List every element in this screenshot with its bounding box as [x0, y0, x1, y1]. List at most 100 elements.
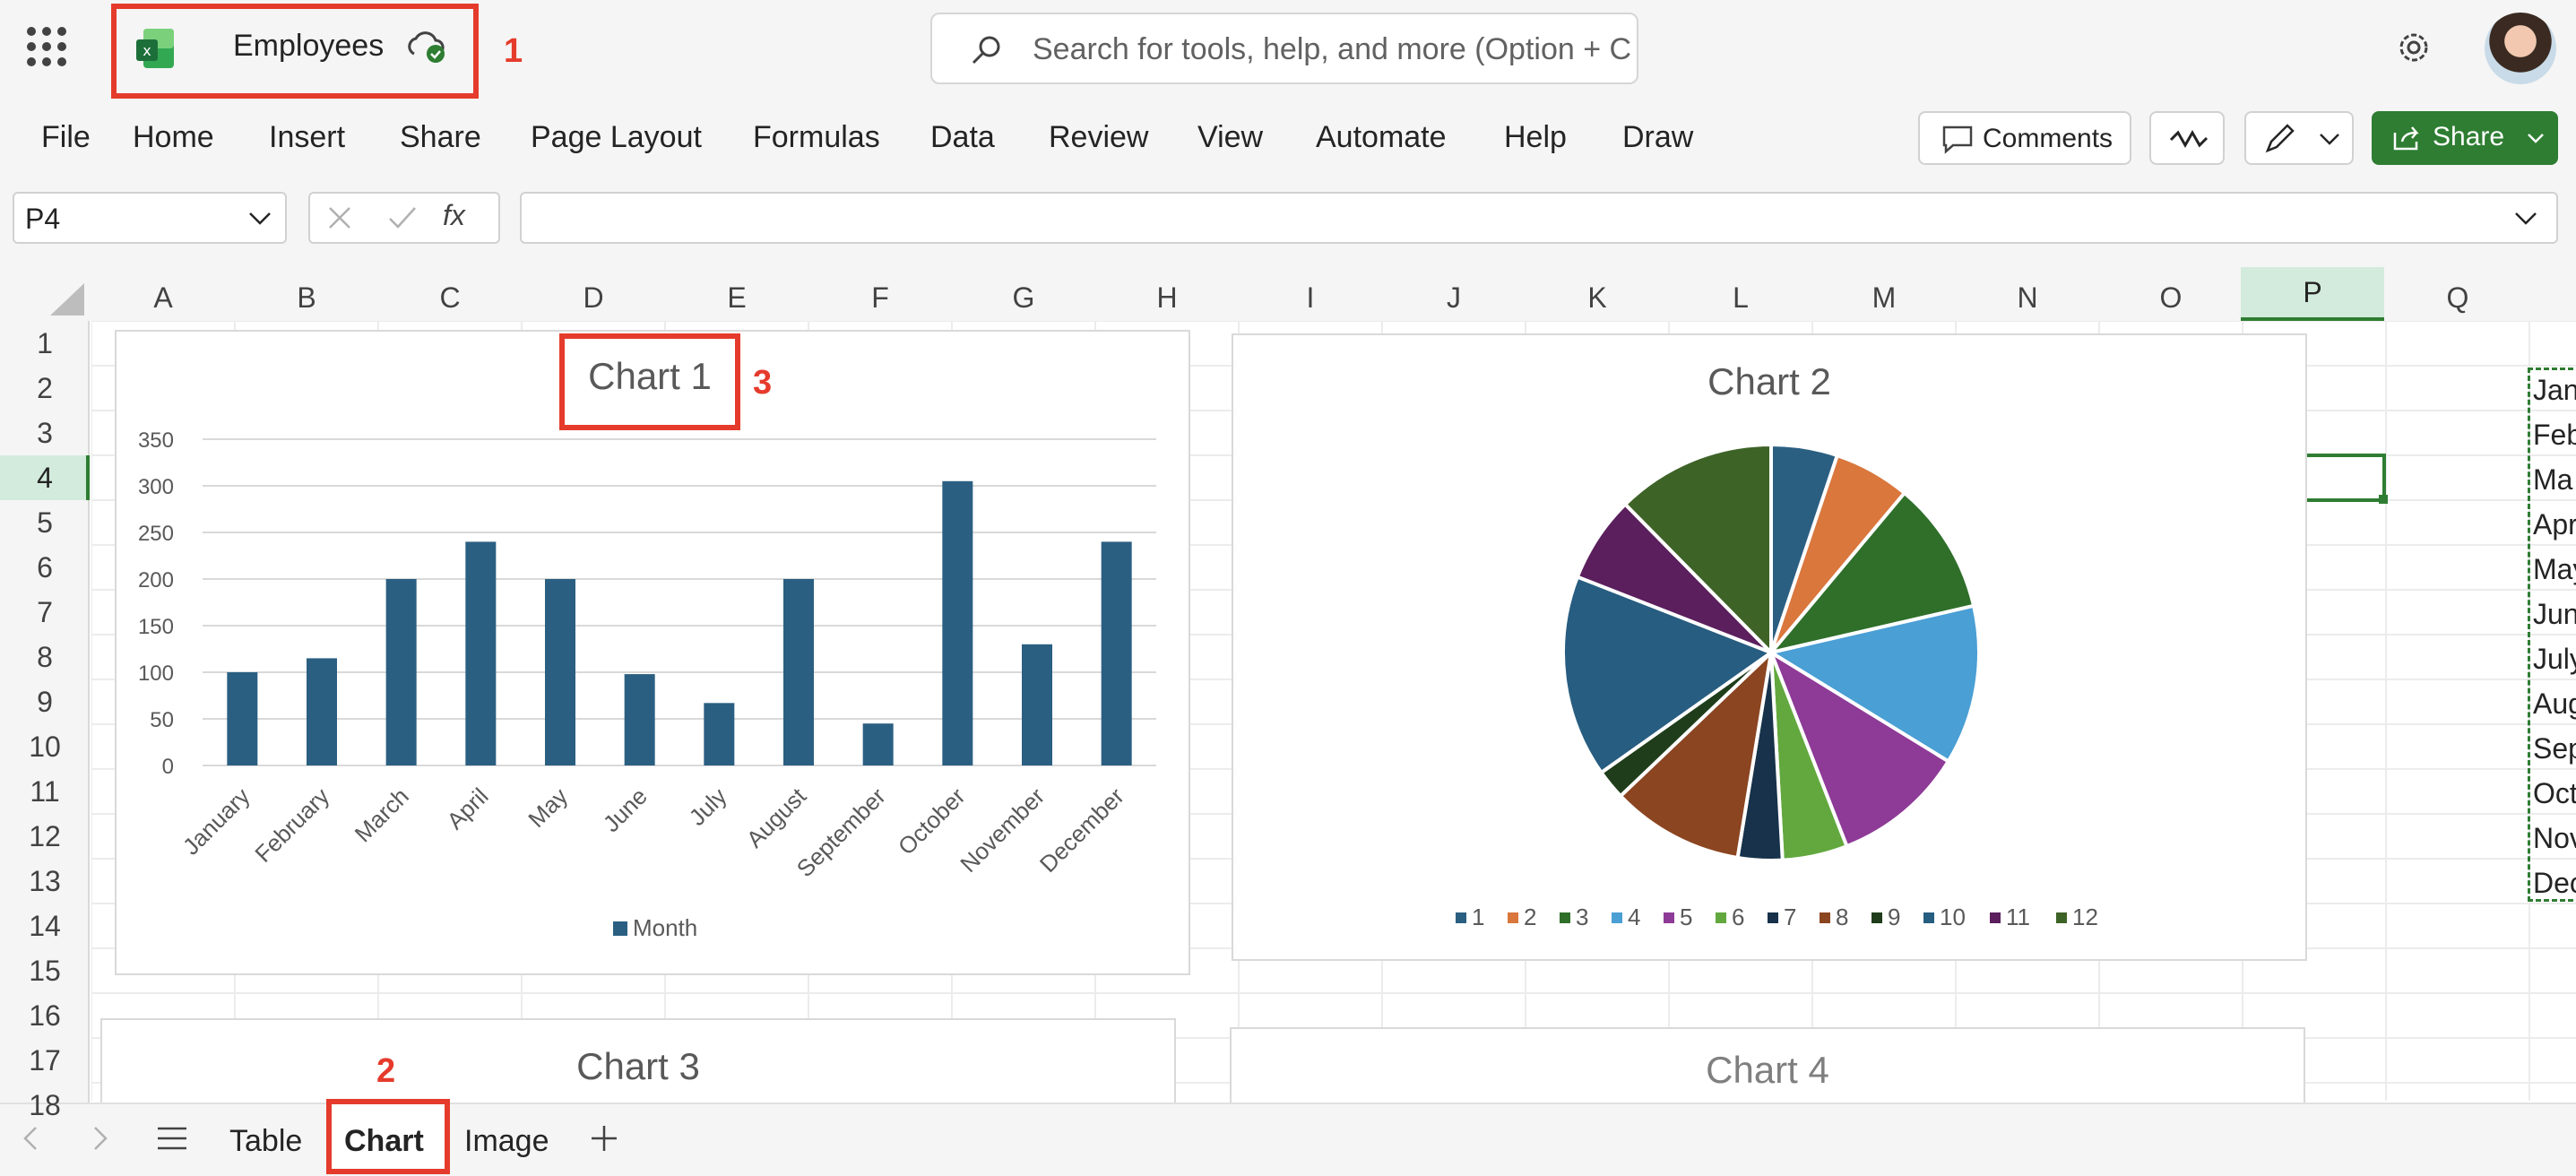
menu-file[interactable]: File	[41, 120, 91, 155]
column-header-d[interactable]: D	[522, 274, 665, 321]
month-cell[interactable]: Sep	[2533, 726, 2576, 771]
menu-review[interactable]: Review	[1049, 120, 1148, 155]
share-button[interactable]: Share	[2372, 111, 2558, 165]
app-launcher-icon[interactable]	[27, 27, 66, 66]
name-box[interactable]: P4	[13, 192, 287, 244]
month-cell[interactable]: May	[2533, 547, 2576, 592]
month-cell[interactable]: Dec	[2533, 860, 2576, 905]
column-header-e[interactable]: E	[665, 274, 808, 321]
formula-input[interactable]	[520, 192, 2558, 244]
menu-view[interactable]: View	[1197, 120, 1263, 155]
column-header-j[interactable]: J	[1382, 274, 1526, 321]
month-cell[interactable]: Nov	[2533, 816, 2576, 860]
menu-automate[interactable]: Automate	[1316, 120, 1447, 155]
menu-draw[interactable]: Draw	[1622, 120, 1693, 155]
sheet-tab-table[interactable]: Table	[229, 1124, 302, 1159]
column-header-k[interactable]: K	[1526, 274, 1669, 321]
y-tick-label: 300	[138, 475, 174, 499]
all-sheets-menu-icon[interactable]	[156, 1126, 188, 1151]
editing-mode-button[interactable]	[2244, 111, 2354, 165]
month-cell[interactable]: Oct	[2533, 771, 2576, 816]
row-header-8[interactable]: 8	[0, 635, 90, 679]
chevron-right-icon[interactable]	[90, 1124, 111, 1153]
chart-3-title[interactable]: Chart 3	[100, 1045, 1176, 1088]
column-header-c[interactable]: C	[378, 274, 522, 321]
cancel-icon[interactable]	[326, 204, 353, 231]
menu-home[interactable]: Home	[133, 120, 214, 155]
sheet-tab-image[interactable]: Image	[464, 1124, 549, 1159]
month-cell[interactable]: Jun	[2533, 592, 2576, 636]
expand-formula-icon[interactable]	[2513, 210, 2538, 228]
row-header-3[interactable]: 3	[0, 411, 90, 455]
chart-2-card[interactable]: 1 2 3 4 5 6 7 8 9 10 11 12	[1232, 333, 2307, 961]
row-header-9[interactable]: 9	[0, 679, 90, 724]
row-header-1[interactable]: 1	[0, 321, 90, 366]
menu-formulas[interactable]: Formulas	[753, 120, 880, 155]
legend-swatch	[1990, 912, 2001, 923]
row-header-17[interactable]: 17	[0, 1038, 90, 1083]
column-header-m[interactable]: M	[1812, 274, 1956, 321]
comments-button[interactable]: Comments	[1918, 111, 2131, 165]
avatar[interactable]	[2485, 13, 2556, 84]
row-header-10[interactable]: 10	[0, 724, 90, 769]
column-header-q[interactable]: Q	[2386, 274, 2529, 321]
month-cell[interactable]: Jan	[2533, 368, 2576, 412]
menu-data[interactable]: Data	[930, 120, 995, 155]
column-header-h[interactable]: H	[1095, 274, 1239, 321]
column-header-f[interactable]: F	[808, 274, 952, 321]
column-header-b[interactable]: B	[235, 274, 378, 321]
row-header-15[interactable]: 15	[0, 948, 90, 993]
month-cell[interactable]: Apr	[2533, 502, 2576, 547]
month-cell[interactable]: Ma	[2533, 457, 2576, 502]
catch-up-button[interactable]	[2149, 111, 2225, 165]
bar-november	[1022, 644, 1052, 765]
row-header-14[interactable]: 14	[0, 904, 90, 948]
sheet-tab-chart[interactable]: Chart	[344, 1124, 424, 1159]
month-cell[interactable]: Aug	[2533, 681, 2576, 726]
y-tick-label: 0	[162, 755, 174, 779]
row-header-18[interactable]: 18	[0, 1083, 90, 1128]
column-header-n[interactable]: N	[1956, 274, 2099, 321]
legend-swatch	[1508, 912, 1518, 923]
chevron-down-icon	[2528, 134, 2544, 143]
enter-check-icon[interactable]	[387, 204, 418, 231]
menu-help[interactable]: Help	[1504, 120, 1567, 155]
insert-function-icon[interactable]: fx	[443, 199, 465, 232]
row-header-12[interactable]: 12	[0, 814, 90, 859]
menu-share[interactable]: Share	[400, 120, 481, 155]
add-sheet-icon[interactable]	[590, 1124, 618, 1153]
document-title[interactable]: Employees	[233, 29, 384, 64]
row-header-16[interactable]: 16	[0, 993, 90, 1038]
menu-insert[interactable]: Insert	[269, 120, 345, 155]
chart-1-title[interactable]: Chart 1	[565, 355, 735, 398]
row-header-5[interactable]: 5	[0, 500, 90, 545]
chevron-left-icon[interactable]	[20, 1124, 41, 1153]
bar-july	[704, 703, 735, 765]
row-header-7[interactable]: 7	[0, 590, 90, 635]
month-cell[interactable]: July	[2533, 636, 2576, 681]
legend-label: 1	[1472, 904, 1484, 930]
fill-handle[interactable]	[2379, 495, 2388, 504]
svg-text:x: x	[143, 42, 151, 59]
x-tick-label: December	[1034, 783, 1129, 878]
x-tick-label: May	[523, 783, 573, 833]
cloud-saved-icon[interactable]	[403, 27, 448, 66]
column-header-a[interactable]: A	[91, 274, 235, 321]
column-header-i[interactable]: I	[1239, 274, 1382, 321]
row-header-11[interactable]: 11	[0, 769, 90, 814]
month-cell[interactable]: Feb	[2533, 412, 2576, 457]
chart-4-title[interactable]: Chart 4	[1230, 1049, 2305, 1092]
column-header-o[interactable]: O	[2099, 274, 2243, 321]
search-box[interactable]: Search for tools, help, and more (Option…	[930, 13, 1638, 84]
select-all-icon[interactable]	[48, 281, 86, 317]
column-header-l[interactable]: L	[1669, 274, 1812, 321]
gear-icon[interactable]	[2393, 27, 2434, 68]
menu-page-layout[interactable]: Page Layout	[531, 120, 702, 155]
name-box-value: P4	[25, 203, 61, 235]
column-header-g[interactable]: G	[952, 274, 1095, 321]
annotation-label-2: 2	[376, 1052, 396, 1090]
row-header-13[interactable]: 13	[0, 859, 90, 904]
chart-2-title[interactable]: Chart 2	[1232, 360, 2307, 403]
row-header-6[interactable]: 6	[0, 545, 90, 590]
row-header-2[interactable]: 2	[0, 366, 90, 411]
